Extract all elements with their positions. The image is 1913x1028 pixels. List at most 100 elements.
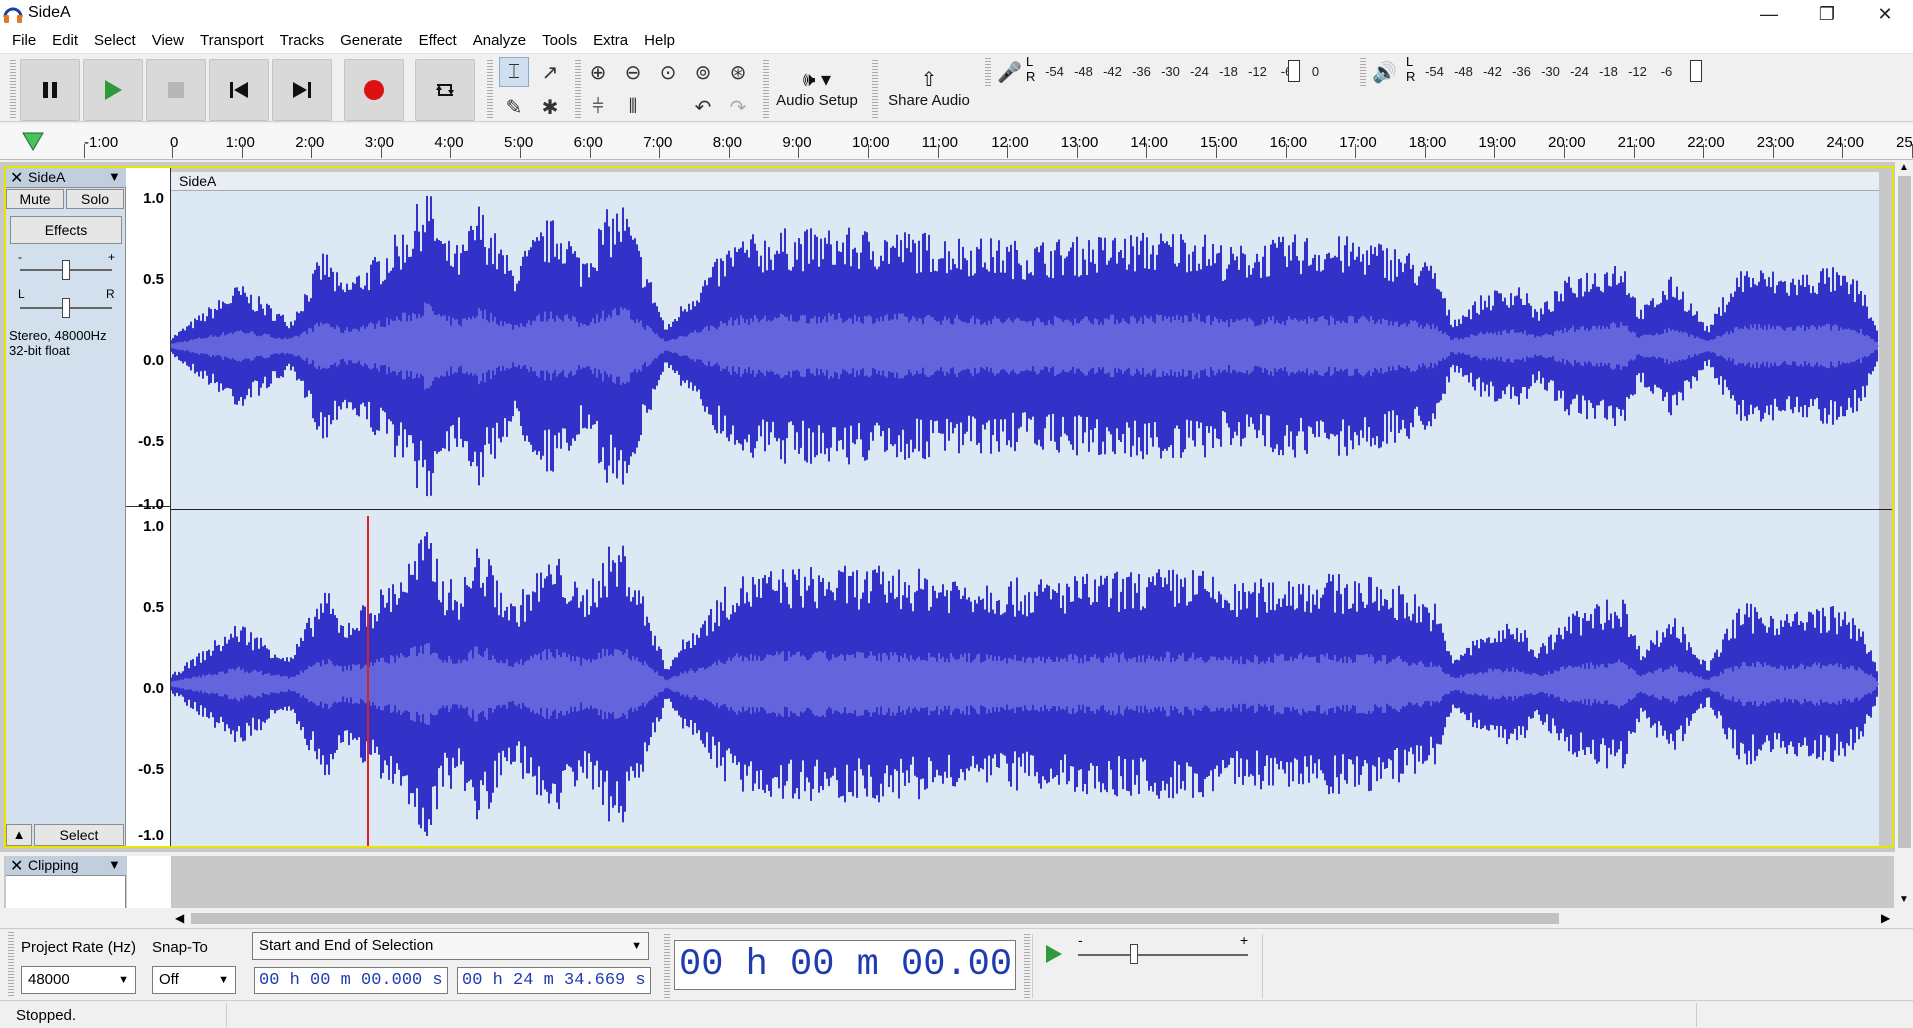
scroll-left-icon[interactable]: ◀ — [175, 911, 184, 925]
zoom-toggle-button[interactable]: ⊛ — [723, 57, 753, 87]
timeline-tick-label: 19:00 — [1478, 134, 1516, 151]
track-menu-dropdown-icon[interactable]: ▼ — [108, 169, 121, 184]
horizontal-scrollbar-thumb[interactable] — [191, 913, 1559, 924]
playhead-cursor[interactable] — [367, 516, 369, 846]
label-track-name-bar[interactable]: ✕ Clipping ▼ — [6, 856, 126, 876]
toolbar-grip[interactable] — [985, 58, 991, 86]
trim-button[interactable]: ⫩ — [583, 92, 613, 122]
fit-selection-button[interactable]: ⊙ — [653, 57, 683, 87]
undo-button[interactable]: ↶ — [688, 92, 718, 122]
select-track-button[interactable]: Select — [34, 824, 124, 846]
timeline-tick-label: 24:00 — [1826, 134, 1864, 151]
meter-tick: -54 — [1045, 64, 1064, 79]
scroll-up-icon[interactable]: ▲ — [1899, 162, 1909, 173]
speaker-meter-icon: 🔊 — [1372, 62, 1397, 84]
menu-help[interactable]: Help — [636, 28, 683, 54]
toolbar-grip[interactable] — [8, 932, 14, 996]
toolbar-grip[interactable] — [872, 60, 878, 118]
vertical-scale[interactable]: 1.0 0.5 0.0 -0.5 -1.0 1.0 0.5 0.0 -0.5 -… — [126, 168, 171, 846]
track-name-label[interactable]: SideA — [28, 169, 65, 185]
selection-end-time[interactable]: 00 h 24 m 34.669 s — [457, 967, 651, 994]
gain-slider-thumb[interactable] — [62, 260, 70, 280]
draw-tool-button[interactable]: ✎ — [499, 92, 529, 122]
track-control-panel[interactable]: ✕ SideA ▼ Mute Solo Effects - + L R Ster… — [6, 168, 126, 846]
record-meter[interactable]: -54 -48 -42 -36 -30 -24 -18 -12 -6 0 — [1040, 64, 1330, 79]
mute-button[interactable]: Mute — [6, 189, 64, 209]
project-rate-combo[interactable]: 48000 ▼ — [21, 966, 136, 994]
close-button[interactable]: ✕ — [1856, 0, 1913, 28]
label-track-panel[interactable]: ✕ Clipping ▼ — [6, 856, 126, 908]
play-button[interactable] — [83, 59, 143, 121]
skip-to-start-button[interactable] — [209, 59, 269, 121]
multi-tool-button[interactable]: ✱ — [535, 92, 565, 122]
vertical-scrollbar[interactable]: ▲ ▼ — [1896, 162, 1913, 908]
menu-view[interactable]: View — [144, 28, 192, 54]
toolbar-grip[interactable] — [575, 60, 581, 118]
menu-edit[interactable]: Edit — [44, 28, 86, 54]
selection-tool-button[interactable]: ⌶ — [499, 57, 529, 87]
redo-button[interactable]: ↷ — [723, 92, 753, 122]
pause-button[interactable] — [20, 59, 80, 121]
vertical-scrollbar-thumb[interactable] — [1898, 176, 1911, 848]
collapse-track-button[interactable]: ▲ — [6, 824, 32, 846]
snap-to-combo[interactable]: Off ▼ — [152, 966, 236, 994]
track-menu-dropdown-icon[interactable]: ▼ — [108, 857, 121, 872]
toolbar-grip[interactable] — [10, 60, 16, 118]
meter-tick: -12 — [1248, 64, 1267, 79]
play-speed-slider-thumb[interactable] — [1130, 944, 1138, 964]
meter-tick: -30 — [1161, 64, 1180, 79]
horizontal-scrollbar[interactable]: ◀ ▶ — [171, 910, 1896, 927]
playback-meter[interactable]: -54 -48 -42 -36 -30 -24 -18 -12 -6 0 — [1420, 64, 1710, 79]
menu-tools[interactable]: Tools — [534, 28, 585, 54]
clip-title-bar[interactable]: SideA — [171, 172, 1879, 191]
share-audio-button[interactable]: ⇧ Share Audio — [882, 57, 976, 119]
toolbar-grip[interactable] — [1360, 58, 1366, 86]
label-track-name[interactable]: Clipping — [28, 857, 79, 873]
close-track-icon[interactable]: ✕ — [10, 856, 23, 876]
selection-start-time[interactable]: 00 h 00 m 00.000 s — [254, 967, 448, 994]
selection-mode-combo[interactable]: Start and End of Selection ▼ — [252, 932, 649, 960]
menu-select[interactable]: Select — [86, 28, 144, 54]
minimize-button[interactable]: — — [1740, 0, 1798, 28]
zoom-toggle-icon: ⊛ — [729, 61, 747, 84]
menu-transport[interactable]: Transport — [192, 28, 272, 54]
play-speed-slider-track[interactable] — [1078, 954, 1248, 956]
record-meter-slider-thumb[interactable] — [1288, 60, 1300, 82]
track-name-bar[interactable]: ✕ SideA ▼ — [6, 168, 126, 188]
play-at-speed-button[interactable] — [1040, 940, 1068, 968]
solo-button[interactable]: Solo — [66, 189, 124, 209]
toolbar-grip[interactable] — [487, 60, 493, 118]
zoom-in-button[interactable]: ⊕ — [583, 57, 613, 87]
menu-extra[interactable]: Extra — [585, 28, 636, 54]
zoom-out-button[interactable]: ⊖ — [618, 57, 648, 87]
audio-setup-button[interactable]: 🕪 ▾ Audio Setup — [772, 57, 862, 119]
menu-analyze[interactable]: Analyze — [465, 28, 534, 54]
pan-slider-thumb[interactable] — [62, 298, 70, 318]
menu-file[interactable]: File — [4, 28, 44, 54]
toolbar-grip[interactable] — [1024, 934, 1030, 998]
menu-generate[interactable]: Generate — [332, 28, 411, 54]
time-display[interactable]: 00 h 00 m 00.00 s — [674, 940, 1016, 990]
menu-tracks[interactable]: Tracks — [272, 28, 332, 54]
timeline-tick — [1216, 144, 1217, 158]
restore-button[interactable]: ❐ — [1798, 0, 1856, 28]
stop-button[interactable] — [146, 59, 206, 121]
effects-button[interactable]: Effects — [10, 216, 122, 244]
silence-button[interactable]: ⫴ — [618, 92, 648, 122]
zoom-selection-icon: ⊙ — [659, 61, 677, 84]
loop-button[interactable] — [415, 59, 475, 121]
menu-effect[interactable]: Effect — [411, 28, 465, 54]
record-button[interactable] — [344, 59, 404, 121]
timeline-options-icon[interactable] — [20, 130, 48, 154]
meter-r-label: R — [1406, 69, 1416, 84]
envelope-tool-button[interactable]: ↗ — [535, 57, 565, 87]
toolbar-grip[interactable] — [664, 934, 670, 998]
playback-meter-slider-thumb[interactable] — [1690, 60, 1702, 82]
close-track-icon[interactable]: ✕ — [10, 168, 23, 188]
pencil-icon: ✎ — [505, 96, 523, 119]
fit-project-button[interactable]: ⊚ — [688, 57, 718, 87]
scroll-down-icon[interactable]: ▼ — [1899, 894, 1909, 905]
skip-to-end-button[interactable] — [272, 59, 332, 121]
toolbar-grip[interactable] — [763, 60, 769, 118]
scroll-right-icon[interactable]: ▶ — [1881, 911, 1890, 925]
